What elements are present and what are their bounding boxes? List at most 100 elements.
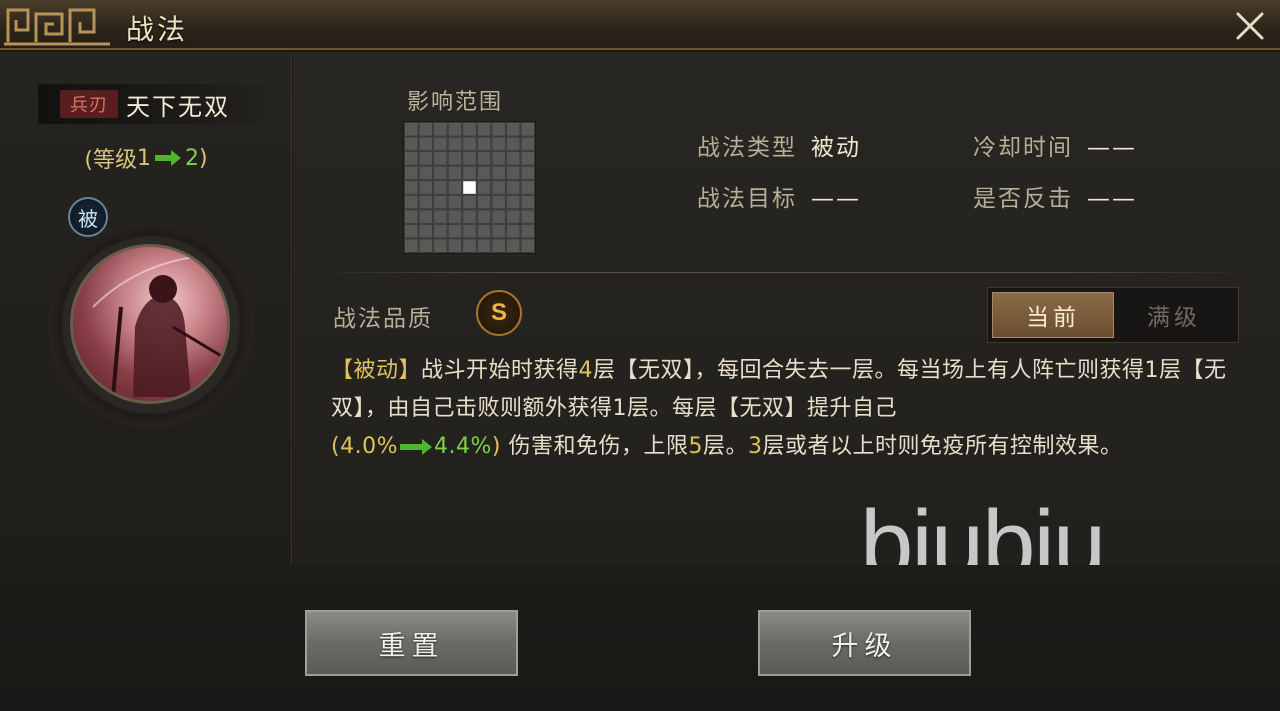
range-cell	[404, 136, 419, 152]
range-cell	[447, 238, 463, 253]
counter-value: ——	[1087, 186, 1137, 212]
level-suffix: )	[199, 145, 208, 171]
range-cell	[505, 180, 521, 195]
range-cell	[447, 122, 463, 137]
range-cell	[447, 165, 463, 181]
range-cell	[433, 136, 448, 152]
range-cell	[462, 122, 477, 137]
level-to: 2	[185, 145, 199, 171]
desc-number-3: 3	[748, 434, 763, 459]
range-cell	[505, 165, 521, 181]
range-cell	[433, 180, 448, 195]
skill-type-value: 被动	[811, 135, 861, 161]
cooldown-label: 冷却时间	[973, 135, 1073, 161]
range-cell	[520, 165, 535, 181]
range-cell	[505, 209, 521, 224]
range-cell	[491, 165, 506, 181]
tab-max-level[interactable]: 满级	[1114, 292, 1234, 338]
range-cell	[462, 194, 477, 210]
range-cell	[520, 151, 535, 166]
range-cell	[418, 180, 434, 195]
range-cell	[404, 151, 419, 166]
range-cell	[476, 165, 492, 181]
range-cell	[505, 136, 521, 152]
range-cell	[462, 223, 477, 239]
counter-label: 是否反击	[973, 186, 1073, 212]
desc-pct-from: (4.0%	[331, 434, 398, 459]
range-cell	[505, 223, 521, 239]
range-cell	[476, 238, 492, 253]
desc-pct-close: )	[491, 434, 501, 459]
range-cell	[491, 151, 506, 166]
upgrade-button[interactable]: 升级	[758, 610, 971, 676]
range-cell	[447, 194, 463, 210]
action-bar	[0, 565, 1280, 711]
range-cell	[447, 223, 463, 239]
range-cell	[476, 180, 492, 195]
range-cell	[404, 223, 419, 239]
tab-current[interactable]: 当前	[992, 292, 1114, 338]
level-from: 1	[137, 145, 151, 171]
page-title: 战法	[126, 13, 189, 46]
desc-text-3: 伤害和免伤，上限	[500, 434, 689, 459]
passive-badge: 被	[68, 197, 108, 237]
range-cell	[491, 223, 506, 239]
skill-type-tag: 兵刃	[60, 90, 118, 118]
range-cell	[418, 136, 434, 152]
range-cell	[433, 151, 448, 166]
reset-button[interactable]: 重置	[305, 610, 518, 676]
range-cell	[505, 194, 521, 210]
arrow-right-icon	[155, 150, 181, 166]
range-cell	[418, 122, 434, 137]
range-cell	[476, 136, 492, 152]
range-cell	[520, 209, 535, 224]
skill-target-label: 战法目标	[697, 186, 797, 212]
range-cell	[433, 165, 448, 181]
range-grid-graphic	[404, 122, 535, 253]
quality-label: 战法品质	[333, 306, 433, 332]
range-cell	[418, 194, 434, 210]
range-cell	[520, 194, 535, 210]
range-cell	[418, 151, 434, 166]
arrow-right-icon	[399, 439, 432, 455]
desc-text-1: 战斗开始时获得	[421, 358, 579, 383]
title-bar: 战法	[0, 0, 1280, 50]
range-cell	[418, 165, 434, 181]
range-cell	[404, 209, 419, 224]
range-cell	[476, 151, 492, 166]
desc-text-4: 层。	[702, 434, 748, 459]
range-cell	[404, 165, 419, 181]
close-button[interactable]	[1232, 8, 1268, 44]
divider	[313, 272, 1253, 273]
level-view-toggle: 当前 满级	[987, 287, 1239, 343]
range-cell	[447, 209, 463, 224]
skill-portrait	[70, 244, 230, 404]
range-cell	[447, 136, 463, 152]
range-cell	[404, 180, 419, 195]
range-cell	[491, 194, 506, 210]
skill-description: 【被动】战斗开始时获得4层【无双】，每回合失去一层。每当场上有人阵亡则获得1层【…	[331, 352, 1241, 466]
range-cell	[520, 136, 535, 152]
skill-summary-panel: 兵刃 天下无双 (等级 1 2 )	[0, 52, 292, 565]
range-cell	[520, 223, 535, 239]
range-cell	[433, 209, 448, 224]
range-cell-target	[462, 180, 477, 195]
close-icon	[1236, 12, 1264, 40]
range-cell	[433, 223, 448, 239]
range-cell	[491, 238, 506, 253]
range-grid	[403, 121, 536, 254]
skill-name: 天下无双	[126, 92, 230, 121]
range-cell	[491, 136, 506, 152]
warrior-icon	[92, 256, 224, 398]
range-cell	[505, 122, 521, 137]
range-cell	[447, 151, 463, 166]
range-cell	[462, 238, 477, 253]
desc-passive-tag: 【被动】	[331, 358, 422, 383]
range-cell	[433, 238, 448, 253]
ornament-icon	[4, 8, 110, 46]
quality-grade-badge: S	[476, 290, 522, 336]
range-cell	[462, 165, 477, 181]
range-cell	[476, 122, 492, 137]
range-cell	[404, 194, 419, 210]
skill-target-row: 战法目标 ——	[697, 179, 861, 213]
